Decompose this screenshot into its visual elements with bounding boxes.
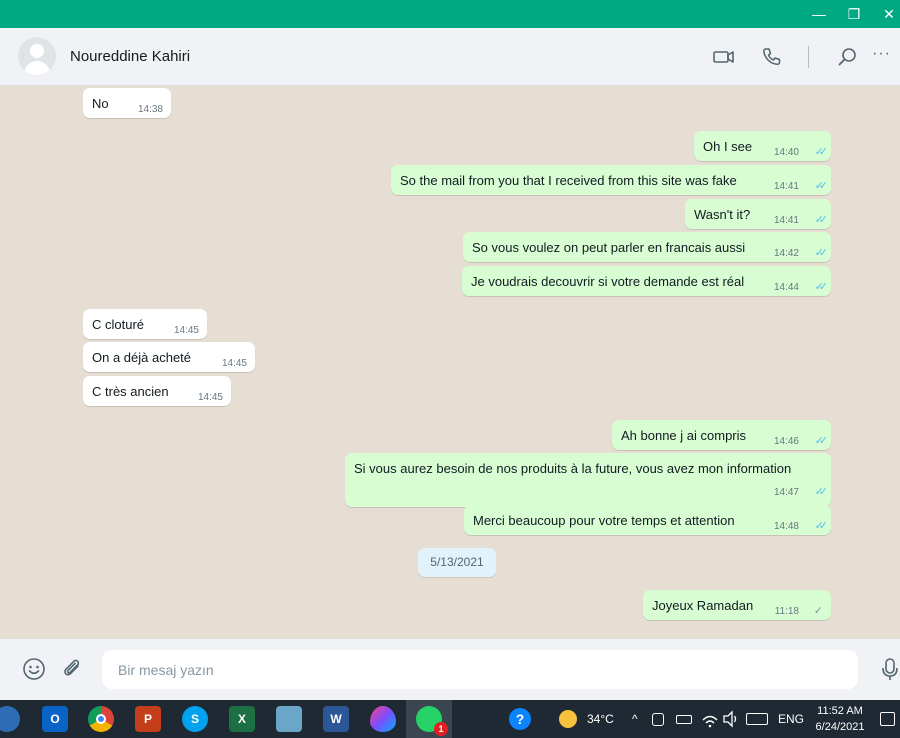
message-text: Merci beaucoup pour votre temps et atten… — [473, 513, 735, 528]
battery-icon[interactable] — [676, 700, 694, 738]
read-receipt-icon: ✓✓ — [814, 520, 829, 532]
message-bubble[interactable]: Oh I see 14:40 ✓✓ — [694, 131, 831, 161]
notification-badge: 1 — [434, 722, 448, 736]
composer — [0, 639, 900, 700]
weather-icon[interactable] — [559, 700, 577, 738]
message-bubble[interactable]: C très ancien 14:45 — [83, 376, 231, 406]
notification-center-icon[interactable] — [880, 700, 898, 738]
message-time: 11:18 — [774, 606, 799, 617]
weather-temperature[interactable]: 34°C — [587, 700, 614, 738]
whatsapp-app-icon[interactable]: 1 — [416, 706, 448, 736]
message-time: 14:48 — [773, 521, 799, 532]
outlook-app-icon[interactable]: O — [42, 706, 68, 732]
wifi-icon[interactable] — [701, 700, 719, 738]
keyboard-icon[interactable] — [746, 700, 770, 738]
video-call-icon[interactable] — [712, 46, 736, 68]
skype-app-icon[interactable]: S — [182, 706, 208, 732]
notes-app-icon[interactable] — [276, 706, 302, 732]
message-text: No — [92, 96, 109, 111]
message-text: So vous voulez on peut parler en francai… — [472, 240, 746, 255]
message-bubble[interactable]: Si vous aurez besoin de nos produits à l… — [345, 453, 831, 507]
microphone-icon[interactable] — [878, 657, 900, 681]
clock-date: 6/24/2021 — [815, 721, 865, 733]
message-bubble[interactable]: Merci beaucoup pour votre temps et atten… — [464, 505, 831, 535]
word-app-icon[interactable]: W — [323, 706, 349, 732]
message-time: 14:42 — [773, 248, 799, 259]
message-time: 14:44 — [773, 282, 799, 293]
read-receipt-icon: ✓✓ — [814, 486, 829, 498]
message-bubble[interactable]: Wasn't it? 14:41 ✓✓ — [685, 199, 831, 229]
tray-chevron-icon[interactable]: ^ — [632, 700, 638, 738]
emoji-icon[interactable] — [22, 657, 46, 681]
read-receipt-icon: ✓✓ — [814, 435, 829, 447]
chrome-app-icon[interactable] — [88, 706, 114, 732]
read-receipt-icon: ✓✓ — [814, 214, 829, 226]
message-time: 14:47 — [773, 487, 799, 498]
message-time: 14:40 — [773, 147, 799, 158]
message-time: 14:41 — [773, 181, 799, 192]
header-divider — [808, 46, 809, 68]
help-icon[interactable]: ? — [509, 708, 531, 730]
read-receipt-icon: ✓✓ — [814, 146, 829, 158]
message-time: 14:45 — [221, 358, 247, 369]
maximize-button[interactable]: ❐ — [843, 4, 865, 24]
message-time: 14:46 — [773, 436, 799, 447]
volume-icon[interactable] — [722, 700, 740, 738]
message-bubble[interactable]: Joyeux Ramadan 11:18 ✓ — [643, 590, 831, 620]
message-bubble[interactable]: Ah bonne j ai compris 14:46 ✓✓ — [612, 420, 831, 450]
message-text: C cloturé — [92, 317, 145, 332]
message-bubble[interactable]: So vous voulez on peut parler en francai… — [463, 232, 831, 262]
message-time: 14:45 — [173, 325, 199, 336]
message-text: Si vous aurez besoin de nos produits à l… — [354, 461, 792, 476]
close-button[interactable]: ✕ — [878, 4, 900, 24]
chat-header: Noureddine Kahiri ··· — [0, 28, 900, 86]
message-text: On a déjà acheté — [92, 350, 192, 365]
taskbar: O P S X W 1 ? 34°C ^ ENG 11:52 AM 6/24/2… — [0, 700, 900, 738]
message-time: 14:45 — [197, 392, 223, 403]
message-bubble[interactable]: No 14:38 — [83, 88, 171, 118]
paint-app-icon[interactable] — [370, 706, 396, 732]
powerpoint-app-icon[interactable]: P — [135, 706, 161, 732]
read-receipt-icon: ✓✓ — [814, 180, 829, 192]
sent-tick-icon: ✓ — [813, 605, 823, 617]
clock-time: 11:52 AM — [817, 705, 863, 717]
title-bar: — ❐ ✕ — [0, 0, 900, 28]
message-bubble[interactable]: So the mail from you that I received fro… — [391, 165, 831, 195]
language-indicator[interactable]: ENG — [778, 700, 804, 738]
edge-app-icon[interactable] — [0, 706, 20, 732]
message-text: Wasn't it? — [694, 207, 751, 222]
message-bubble[interactable]: Je voudrais decouvrir si votre demande e… — [462, 266, 831, 296]
message-text: Joyeux Ramadan — [652, 598, 754, 613]
message-list[interactable]: No 14:38 Oh I see 14:40 ✓✓ So the mail f… — [0, 86, 900, 639]
message-text: C très ancien — [92, 384, 169, 399]
message-text: So the mail from you that I received fro… — [400, 173, 737, 188]
message-input[interactable] — [102, 650, 858, 689]
tray-status-icon[interactable] — [652, 700, 668, 738]
avatar[interactable] — [18, 37, 56, 75]
read-receipt-icon: ✓✓ — [814, 247, 829, 259]
message-bubble[interactable]: C cloturé 14:45 — [83, 309, 207, 339]
message-time: 14:38 — [137, 104, 163, 115]
message-text: Oh I see — [703, 139, 753, 154]
date-separator: 5/13/2021 — [418, 548, 496, 577]
message-text: Ah bonne j ai compris — [621, 428, 747, 443]
excel-app-icon[interactable]: X — [229, 706, 255, 732]
system-clock[interactable]: 11:52 AM 6/24/2021 — [808, 703, 872, 735]
minimize-button[interactable]: — — [808, 4, 830, 24]
contact-name[interactable]: Noureddine Kahiri — [70, 48, 190, 65]
search-icon[interactable] — [836, 46, 860, 68]
voice-call-icon[interactable] — [760, 46, 784, 68]
message-bubble[interactable]: On a déjà acheté 14:45 — [83, 342, 255, 372]
message-time: 14:41 — [773, 215, 799, 226]
attach-icon[interactable] — [61, 657, 85, 681]
read-receipt-icon: ✓✓ — [814, 281, 829, 293]
message-text: Je voudrais decouvrir si votre demande e… — [471, 274, 745, 289]
message-input-box[interactable] — [102, 650, 858, 689]
more-icon[interactable]: ··· — [872, 46, 896, 68]
